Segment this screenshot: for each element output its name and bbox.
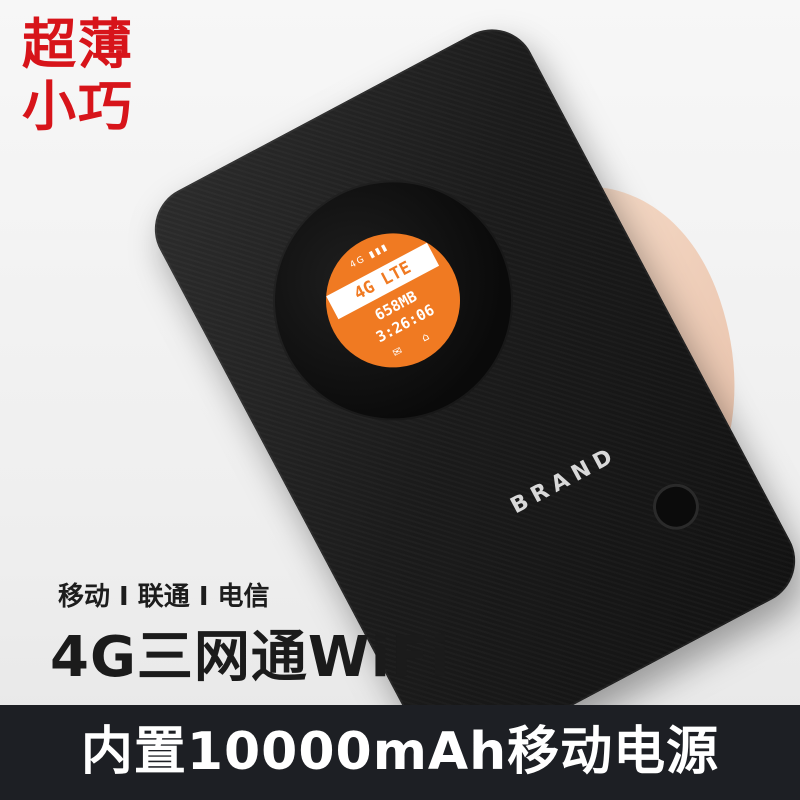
carrier-list: 移动 I 联通 I 电信 <box>58 582 270 612</box>
battery-caption: 内置10000mAh移动电源 <box>80 722 720 782</box>
brand-logo: BRAND <box>506 441 623 520</box>
status-display: 4G ▮▮▮ 4G LTE 658MB 3:26:06 ✉ ⌂ <box>302 209 484 392</box>
product-headline: 4G三网通WiFi <box>50 625 451 690</box>
screen-bezel: 4G ▮▮▮ 4G LTE 658MB 3:26:06 ✉ ⌂ <box>230 138 556 463</box>
power-button <box>644 475 708 538</box>
battery-banner: 内置10000mAh移动电源 <box>0 705 800 800</box>
